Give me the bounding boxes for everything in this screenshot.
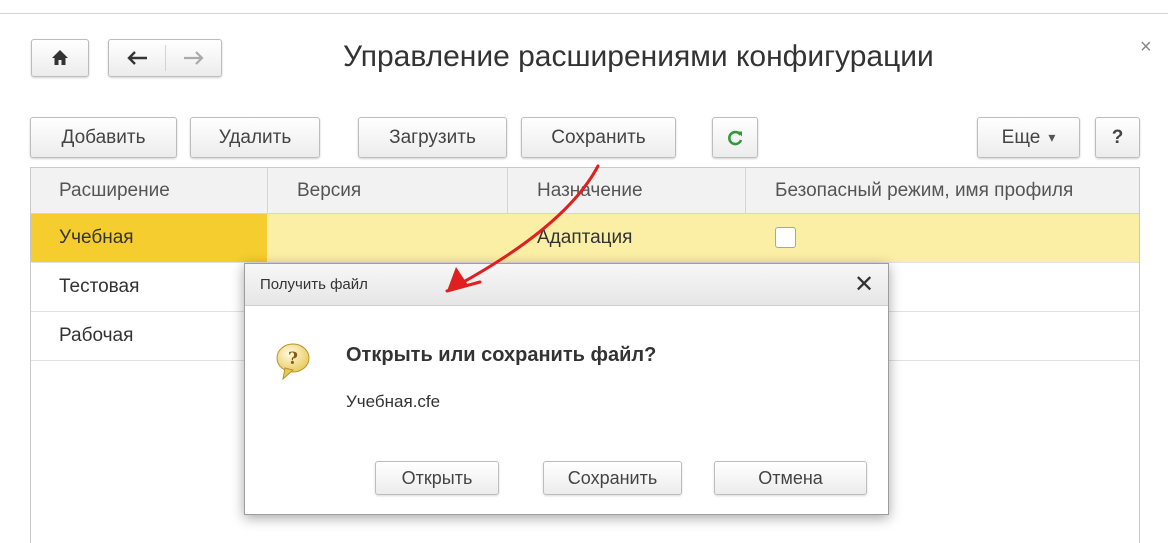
column-header-safe-mode[interactable]: Безопасный режим, имя профиля — [775, 168, 1073, 214]
dialog-filename: Учебная.cfe — [346, 392, 441, 411]
column-separator — [267, 168, 268, 214]
dialog-title: Получить файл — [260, 276, 368, 293]
column-separator — [745, 168, 746, 214]
forward-button[interactable] — [165, 39, 222, 77]
table-header: Расширение Версия Назначение Безопасный … — [31, 167, 1139, 214]
window-close-button[interactable]: × — [1140, 36, 1152, 59]
refresh-button[interactable] — [712, 117, 758, 158]
column-separator — [507, 168, 508, 214]
more-button[interactable]: Еще ▾ — [977, 117, 1080, 158]
cell-extension-name: Рабочая — [59, 325, 134, 346]
dialog-close-button[interactable]: ✕ — [854, 270, 874, 299]
column-header-extension[interactable]: Расширение — [59, 168, 170, 214]
question-bubble-icon: ? — [276, 343, 310, 381]
cell-extension-name: Тестовая — [59, 276, 140, 297]
more-label: Еще — [1001, 126, 1041, 148]
add-button[interactable]: Добавить — [30, 117, 177, 158]
arrow-left-icon — [126, 51, 147, 65]
help-button[interactable]: ? — [1095, 117, 1140, 158]
column-header-version[interactable]: Версия — [297, 168, 361, 214]
svg-text:?: ? — [288, 349, 298, 369]
dialog-question: Открыть или сохранить файл? — [346, 344, 657, 366]
home-icon — [52, 50, 68, 65]
get-file-dialog: Получить файл ✕ ? Открыть или сохранить … — [244, 263, 889, 515]
table-row[interactable]: Учебная Адаптация — [31, 214, 1139, 263]
arrow-right-icon — [183, 51, 204, 65]
cell-extension-name: Учебная — [59, 227, 134, 248]
save-button[interactable]: Сохранить — [521, 117, 676, 158]
chevron-down-icon: ▾ — [1048, 129, 1056, 145]
safe-mode-checkbox[interactable] — [775, 227, 796, 248]
cancel-button[interactable]: Отмена — [714, 461, 867, 495]
refresh-icon — [728, 130, 743, 145]
dialog-header: Получить файл ✕ — [245, 264, 888, 306]
back-button[interactable] — [108, 39, 165, 77]
home-button[interactable] — [31, 39, 89, 77]
open-button[interactable]: Открыть — [375, 461, 499, 495]
delete-button[interactable]: Удалить — [190, 117, 320, 158]
cell-purpose: Адаптация — [537, 227, 633, 248]
load-button[interactable]: Загрузить — [358, 117, 507, 158]
column-header-purpose[interactable]: Назначение — [537, 168, 643, 214]
page-title: Управление расширениями конфигурации — [343, 40, 934, 73]
save-file-button[interactable]: Сохранить — [543, 461, 682, 495]
top-divider — [0, 13, 1168, 14]
